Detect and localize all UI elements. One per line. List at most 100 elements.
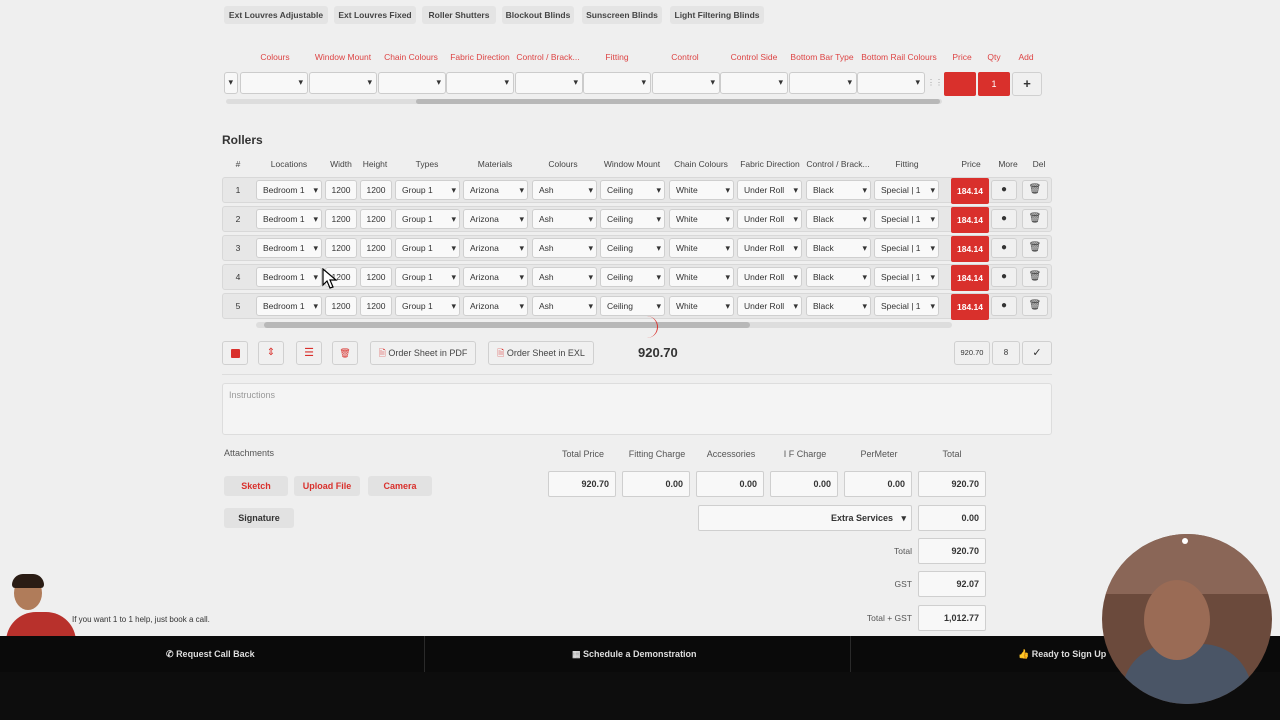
row-control-select[interactable]: Black xyxy=(806,267,871,287)
row-colour-select[interactable]: Ash xyxy=(532,209,597,229)
entry-qty-field[interactable]: 1 xyxy=(978,72,1010,96)
schedule-demo-link[interactable]: ▦ Schedule a Demonstration xyxy=(572,636,697,672)
entry-select-window-mount[interactable] xyxy=(309,72,377,94)
row-fitting-select[interactable]: Special | 1 xyxy=(874,238,939,258)
entry-select-fabric-direction[interactable] xyxy=(446,72,514,94)
entry-select-bottom-bar-type[interactable] xyxy=(789,72,857,94)
entry-select-fitting[interactable] xyxy=(583,72,651,94)
entry-select-chain-colours[interactable] xyxy=(378,72,446,94)
row-type-select[interactable]: Group 1 xyxy=(395,267,460,287)
more-icon[interactable]: ● xyxy=(991,267,1017,287)
row-width-input[interactable]: 1200 xyxy=(325,180,357,200)
row-location-select[interactable]: Bedroom 1 xyxy=(256,209,322,229)
tab-blockout-blinds[interactable]: Blockout Blinds xyxy=(502,6,574,24)
row-colour-select[interactable]: Ash xyxy=(532,296,597,316)
row-type-select[interactable]: Group 1 xyxy=(395,238,460,258)
more-icon[interactable]: ● xyxy=(991,296,1017,316)
entry-scrollbar-thumb[interactable] xyxy=(416,99,940,104)
add-button[interactable]: + xyxy=(1012,72,1042,96)
row-location-select[interactable]: Bedroom 1 xyxy=(256,238,322,258)
signature-button[interactable]: Signature xyxy=(224,508,294,528)
row-fitting-select[interactable]: Special | 1 xyxy=(874,180,939,200)
instructions-textarea[interactable]: Instructions xyxy=(222,383,1052,435)
row-type-select[interactable]: Group 1 xyxy=(395,209,460,229)
accessories-field[interactable]: 0.00 xyxy=(696,471,764,497)
row-location-select[interactable]: Bedroom 1 xyxy=(256,296,322,316)
row-location-select[interactable]: Bedroom 1 xyxy=(256,180,322,200)
row-mount-select[interactable]: Ceiling xyxy=(600,209,665,229)
row-colour-select[interactable]: Ash xyxy=(532,238,597,258)
row-colour-select[interactable]: Ash xyxy=(532,180,597,200)
entry-select-control-bracket[interactable] xyxy=(515,72,583,94)
camera-button[interactable]: Camera xyxy=(368,476,432,496)
row-chain-select[interactable]: White xyxy=(669,209,734,229)
trash-icon[interactable]: 🗑 xyxy=(1022,267,1048,287)
entry-select-control[interactable] xyxy=(652,72,720,94)
row-control-select[interactable]: Black xyxy=(806,209,871,229)
tab-ext-louvres-adjustable[interactable]: Ext Louvres Adjustable xyxy=(224,6,328,24)
row-material-select[interactable]: Arizona xyxy=(463,238,528,258)
row-direction-select[interactable]: Under Roll xyxy=(737,267,802,287)
row-width-input[interactable]: 1200 xyxy=(325,209,357,229)
row-mount-select[interactable]: Ceiling xyxy=(600,267,665,287)
row-control-select[interactable]: Black xyxy=(806,296,871,316)
trash-icon[interactable]: 🗑 xyxy=(1022,180,1048,200)
row-material-select[interactable]: Arizona xyxy=(463,267,528,287)
row-material-select[interactable]: Arizona xyxy=(463,180,528,200)
list-button[interactable]: ☰ xyxy=(296,341,322,365)
order-sheet-pdf-button[interactable]: 🗎 Order Sheet in PDF xyxy=(370,341,476,365)
row-direction-select[interactable]: Under Roll xyxy=(737,296,802,316)
row-height-input[interactable]: 1200 xyxy=(360,180,392,200)
upload-file-button[interactable]: Upload File xyxy=(294,476,360,496)
row-direction-select[interactable]: Under Roll xyxy=(737,209,802,229)
sort-button[interactable]: ⇕ xyxy=(258,341,284,365)
row-height-input[interactable]: 1200 xyxy=(360,238,392,258)
row-width-input[interactable]: 1200 xyxy=(325,296,357,316)
sign-up-link[interactable]: 👍 Ready to Sign Up xyxy=(1018,636,1106,672)
trash-icon[interactable]: 🗑 xyxy=(1022,238,1048,258)
row-chain-select[interactable]: White xyxy=(669,180,734,200)
extra-services-select[interactable]: Extra Services ▾ xyxy=(698,505,912,531)
more-icon[interactable]: ● xyxy=(991,238,1017,258)
per-meter-field[interactable]: 0.00 xyxy=(844,471,912,497)
row-fitting-select[interactable]: Special | 1 xyxy=(874,209,939,229)
tab-ext-louvres-fixed[interactable]: Ext Louvres Fixed xyxy=(334,6,416,24)
fitting-charge-field[interactable]: 0.00 xyxy=(622,471,690,497)
tab-light-filtering-blinds[interactable]: Light Filtering Blinds xyxy=(670,6,764,24)
entry-select-cut[interactable] xyxy=(224,72,238,94)
entry-select-control-side[interactable] xyxy=(720,72,788,94)
tab-sunscreen-blinds[interactable]: Sunscreen Blinds xyxy=(582,6,662,24)
row-direction-select[interactable]: Under Roll xyxy=(737,238,802,258)
tab-roller-shutters[interactable]: Roller Shutters xyxy=(422,6,496,24)
row-fitting-select[interactable]: Special | 1 xyxy=(874,296,939,316)
row-height-input[interactable]: 1200 xyxy=(360,267,392,287)
table-scrollbar-thumb[interactable] xyxy=(264,322,750,328)
stop-button[interactable] xyxy=(222,341,248,365)
order-sheet-exl-button[interactable]: 🗎 Order Sheet in EXL xyxy=(488,341,594,365)
row-location-select[interactable]: Bedroom 1 xyxy=(256,267,322,287)
more-icon[interactable]: ● xyxy=(991,180,1017,200)
row-chain-select[interactable]: White xyxy=(669,296,734,316)
row-direction-select[interactable]: Under Roll xyxy=(737,180,802,200)
row-type-select[interactable]: Group 1 xyxy=(395,180,460,200)
row-control-select[interactable]: Black xyxy=(806,180,871,200)
row-mount-select[interactable]: Ceiling xyxy=(600,296,665,316)
confirm-button[interactable]: ✓ xyxy=(1022,341,1052,365)
row-width-input[interactable]: 1200 xyxy=(325,238,357,258)
more-icon[interactable]: ● xyxy=(991,209,1017,229)
row-chain-select[interactable]: White xyxy=(669,267,734,287)
row-control-select[interactable]: Black xyxy=(806,238,871,258)
entry-select-bottom-rail-colours[interactable] xyxy=(857,72,925,94)
request-call-back-link[interactable]: ✆ Request Call Back xyxy=(166,636,255,672)
row-material-select[interactable]: Arizona xyxy=(463,296,528,316)
table-scrollbar[interactable] xyxy=(256,322,952,328)
row-colour-select[interactable]: Ash xyxy=(532,267,597,287)
if-charge-field[interactable]: 0.00 xyxy=(770,471,838,497)
row-height-input[interactable]: 1200 xyxy=(360,296,392,316)
row-mount-select[interactable]: Ceiling xyxy=(600,238,665,258)
entry-select-colours[interactable] xyxy=(240,72,308,94)
entry-scrollbar[interactable] xyxy=(226,99,942,104)
row-mount-select[interactable]: Ceiling xyxy=(600,180,665,200)
row-fitting-select[interactable]: Special | 1 xyxy=(874,267,939,287)
row-type-select[interactable]: Group 1 xyxy=(395,296,460,316)
